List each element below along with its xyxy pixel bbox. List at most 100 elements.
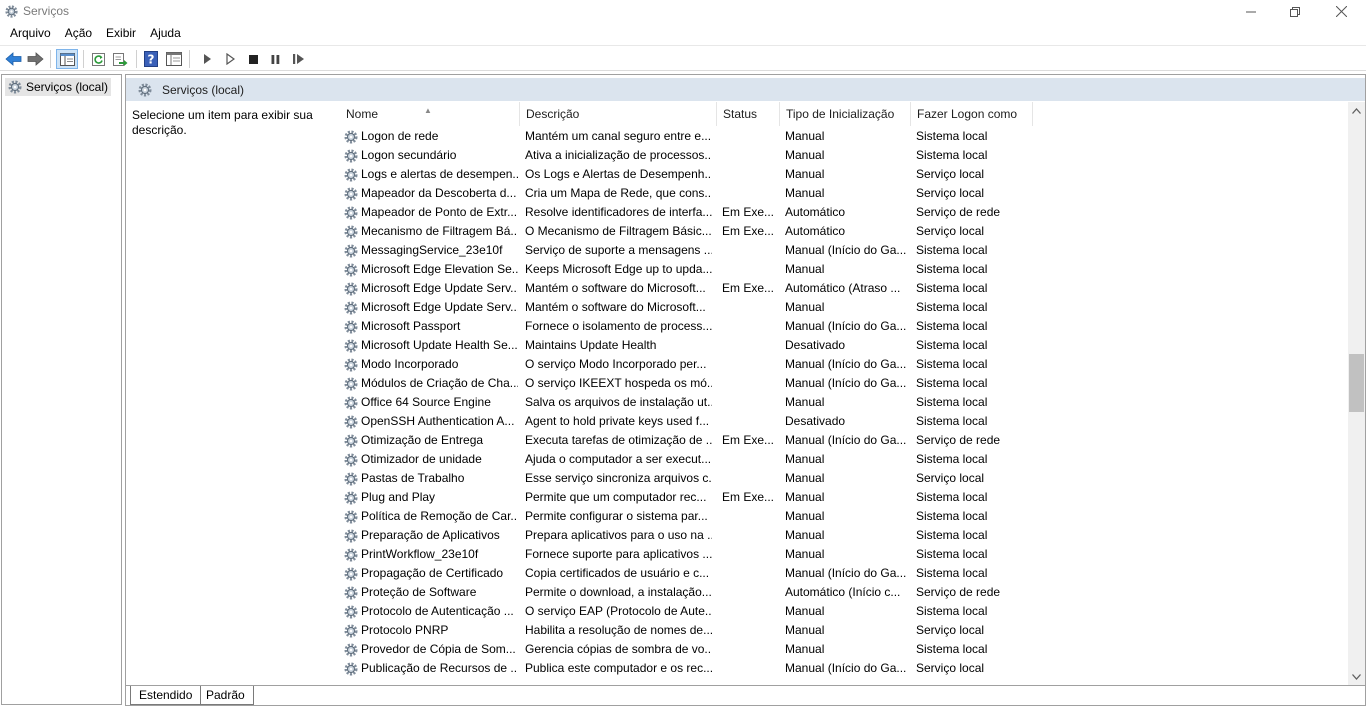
tab-extended[interactable]: Estendido [130,686,202,705]
service-name: Provedor de Cópia de Som... [361,642,516,656]
table-row[interactable]: Qualite Windows Audio Vid... O Qualite Wi… [340,678,1350,680]
service-name: Propagação de Certificado [361,566,504,580]
header-band-fade [331,78,1365,101]
column-header-name[interactable]: ▲ Nome [340,102,520,126]
table-row[interactable]: PrintWorkflow_23e10f Fornece suporte para… [340,545,1350,564]
minimize-button[interactable] [1228,0,1274,23]
table-row[interactable]: Otimização de Entrega Executa tarefas de … [340,431,1350,450]
service-name: Logs e alertas de desempen... [361,167,518,181]
service-status [722,678,777,680]
menu-ajuda[interactable]: Ajuda [143,23,188,44]
scrollbar-thumb[interactable] [1349,354,1364,412]
table-row[interactable]: Publicação de Recursos de ... Publica est… [340,659,1350,678]
column-header-status[interactable]: Status [717,102,780,126]
service-status [722,507,777,526]
table-row[interactable]: OpenSSH Authentication A... Agent to hold… [340,412,1350,431]
help-icon[interactable]: ? [141,49,161,69]
table-row[interactable]: Microsoft Edge Update Serv... Mantém o so… [340,279,1350,298]
table-row[interactable]: Protocolo PNRP Habilita a resolução de no… [340,621,1350,640]
service-description: Keeps Microsoft Edge up to upda... [525,262,712,276]
show-hide-console-tree-icon[interactable] [56,49,78,69]
start-service-alt-icon[interactable] [220,49,240,69]
toolbar-separator [189,50,190,68]
vertical-scrollbar[interactable] [1348,102,1365,685]
service-name: Proteção de Software [361,585,477,599]
table-row[interactable]: Preparação de Aplicativos Prepara aplicat… [340,526,1350,545]
table-row[interactable]: Protocolo de Autenticação ... O serviço E… [340,602,1350,621]
menu-exibir[interactable]: Exibir [99,23,143,44]
table-row[interactable]: MessagingService_23e10f Serviço de suport… [340,241,1350,260]
table-row[interactable]: Microsoft Update Health Se... Maintains U… [340,336,1350,355]
table-row[interactable]: Provedor de Cópia de Som... Gerencia cópi… [340,640,1350,659]
menu-acao[interactable]: Ação [58,23,99,44]
table-row[interactable]: Pastas de Trabalho Esse serviço sincroniz… [340,469,1350,488]
restore-button[interactable] [1272,0,1318,23]
service-description: O serviço IKEEXT hospeda os mó... [525,376,712,390]
table-row[interactable]: Proteção de Software Permite o download, … [340,583,1350,602]
service-startup-type: Desativado [785,338,846,352]
table-row[interactable]: Logon secundário Ativa a inicialização de… [340,146,1350,165]
service-description: O serviço Modo Incorporado per... [525,357,707,371]
refresh-icon[interactable] [88,49,108,69]
service-status [722,526,777,545]
service-startup-type: Desativado [785,414,846,428]
service-description: Cria um Mapa de Rede, que cons... [525,186,712,200]
table-row[interactable]: Microsoft Edge Elevation Se... Keeps Micr… [340,260,1350,279]
table-row[interactable]: Microsoft Edge Update Serv... Mantém o so… [340,298,1350,317]
title-bar: Serviços [0,0,1366,23]
table-row[interactable]: Mapeador da Descoberta d... Cria um Mapa … [340,184,1350,203]
service-log-on-as: Serviço local [916,186,985,200]
service-log-on-as: Sistema local [916,376,988,390]
service-status [722,621,777,640]
tab-standard[interactable]: Padrão [198,686,254,705]
service-log-on-as: Sistema local [916,490,988,504]
service-startup-type: Manual [785,471,825,485]
scroll-up-arrow-icon[interactable] [1348,102,1365,119]
service-description: Permite configurar o sistema par... [525,509,708,523]
table-row[interactable]: Mecanismo de Filtragem Bá... O Mecanismo … [340,222,1350,241]
close-button[interactable] [1318,0,1364,23]
export-list-icon[interactable] [110,49,130,69]
table-row[interactable]: Mapeador de Ponto de Extr... Resolve iden… [340,203,1350,222]
service-name: Microsoft Edge Update Serv... [361,281,518,295]
table-row[interactable]: Logon de rede Mantém um canal seguro entr… [340,127,1350,146]
column-header-startup-type[interactable]: Tipo de Inicialização [780,102,911,126]
properties-icon[interactable] [164,49,184,69]
table-row[interactable]: Otimizador de unidade Ajuda o computador … [340,450,1350,469]
service-description: Permite o download, a instalação... [525,585,712,599]
table-row[interactable]: Plug and Play Permite que um computador r… [340,488,1350,507]
service-startup-type: Manual [785,490,825,504]
service-description: Ajuda o computador a ser execut... [525,452,712,466]
scroll-down-arrow-icon[interactable] [1348,668,1365,685]
table-row[interactable]: Módulos de Criação de Cha... O serviço IK… [340,374,1350,393]
service-description: Mantém o software do Microsoft... [525,281,706,295]
console-tree: Serviços (local) [1,74,122,705]
resume-service-icon[interactable] [288,49,308,69]
service-log-on-as: Sistema local [916,604,988,618]
pause-service-icon[interactable] [265,49,285,69]
service-description: Fornece suporte para aplicativos ... [525,547,712,561]
table-row[interactable]: Modo Incorporado O serviço Modo Incorpora… [340,355,1350,374]
table-row[interactable]: Propagação de Certificado Copia certifica… [340,564,1350,583]
service-name: Otimizador de unidade [361,452,482,466]
start-service-icon[interactable] [197,49,217,69]
forward-icon[interactable] [25,49,45,69]
service-log-on-as: Sistema local [916,566,988,580]
stop-service-icon[interactable] [243,49,263,69]
table-row[interactable]: Política de Remoção de Car... Permite con… [340,507,1350,526]
service-description: Publica este computador e os rec... [525,661,712,675]
table-row[interactable]: Logs e alertas de desempen... Os Logs e A… [340,165,1350,184]
column-header-description[interactable]: Descrição [520,102,717,126]
toolbar-separator [83,50,84,68]
service-name: Microsoft Edge Update Serv... [361,300,518,314]
column-header-log-on-as[interactable]: Fazer Logon como [911,102,1033,126]
tree-item-services-local[interactable]: Serviços (local) [5,78,112,96]
service-name: Logon de rede [361,129,439,143]
table-row[interactable]: Office 64 Source Engine Salva os arquivos… [340,393,1350,412]
service-status [722,450,777,469]
service-name: Módulos de Criação de Cha... [361,376,518,390]
services-gear-icon [7,79,23,100]
back-icon[interactable] [3,49,23,69]
table-row[interactable]: Microsoft Passport Fornece o isolamento d… [340,317,1350,336]
menu-arquivo[interactable]: Arquivo [3,23,58,44]
